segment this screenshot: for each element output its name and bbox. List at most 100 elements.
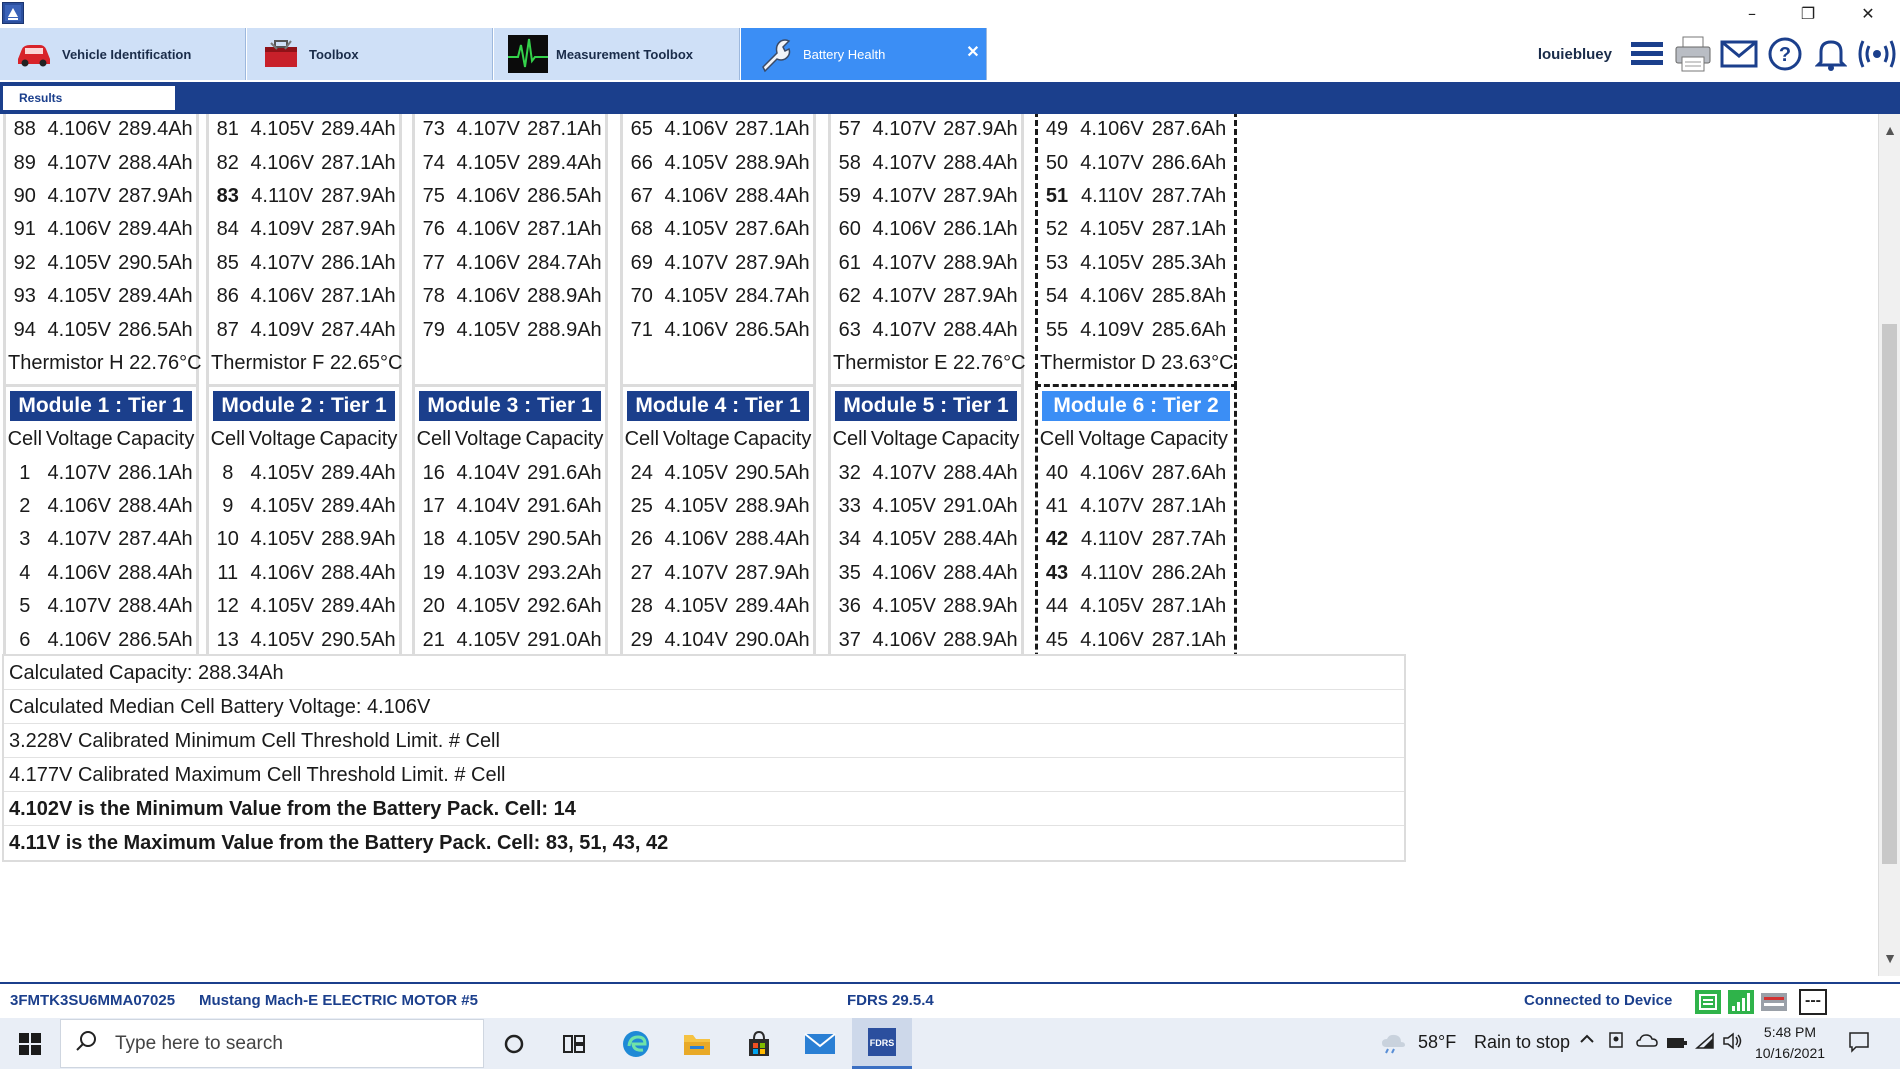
- table-header-row: Cell Voltage Capacity: [209, 423, 399, 456]
- fdrs-app-icon[interactable]: FDRS: [852, 1018, 912, 1069]
- table-row: 11 4.106V 288.4Ah: [209, 557, 399, 590]
- clock-time[interactable]: 5:48 PM: [1752, 1024, 1828, 1040]
- clock-date[interactable]: 10/16/2021: [1748, 1045, 1832, 1061]
- cell-capacity: 287.7Ah: [1151, 184, 1227, 207]
- meet-now-icon[interactable]: [1607, 1031, 1625, 1056]
- cell-voltage: 4.106V: [664, 118, 728, 141]
- cell-capacity: 288.4Ah: [943, 461, 1018, 484]
- table-row: 43 4.110V 286.2Ah: [1038, 557, 1234, 590]
- table-header-row: Cell Voltage Capacity: [831, 423, 1021, 456]
- more-options-button[interactable]: ---: [1799, 989, 1827, 1015]
- cell-voltage: 4.106V: [47, 561, 111, 584]
- file-explorer-icon[interactable]: [667, 1018, 727, 1069]
- help-icon[interactable]: ?: [1765, 34, 1805, 74]
- tab-label: Toolbox: [309, 46, 359, 62]
- cell-voltage: 4.107V: [47, 184, 111, 207]
- tab-vehicle-identification[interactable]: Vehicle Identification: [0, 28, 246, 80]
- table-row: 74 4.105V 289.4Ah: [415, 146, 605, 179]
- cell-voltage: 4.107V: [664, 251, 728, 274]
- table-row: 79 4.105V 288.9Ah: [415, 313, 605, 346]
- signal-strength-icon[interactable]: [1727, 989, 1755, 1015]
- module-title[interactable]: Module 1 : Tier 1: [10, 391, 192, 421]
- volume-icon[interactable]: [1722, 1032, 1744, 1055]
- cell-capacity: 287.9Ah: [321, 218, 396, 241]
- cell-voltage: 4.104V: [456, 494, 520, 517]
- broadcast-icon[interactable]: [1857, 34, 1897, 74]
- search-icon: [75, 1030, 97, 1057]
- printer-icon[interactable]: [1673, 34, 1713, 74]
- battery-icon[interactable]: [1666, 1034, 1688, 1055]
- close-window-button[interactable]: ✕: [1840, 0, 1896, 28]
- module-card-upper: 73 4.107V 287.1Ah 74 4.105V 289.4Ah 75 4.106V 28…: [412, 114, 608, 388]
- restore-button[interactable]: ❐: [1780, 0, 1836, 28]
- table-row: 21 4.105V 291.0Ah: [415, 623, 605, 656]
- weather-icon[interactable]: [1380, 1032, 1406, 1059]
- close-tab-icon[interactable]: ✕: [964, 44, 982, 62]
- module-title[interactable]: Module 4 : Tier 1: [627, 391, 809, 421]
- module-title[interactable]: Module 2 : Tier 1: [213, 391, 395, 421]
- module-title[interactable]: Module 6 : Tier 2: [1042, 391, 1230, 421]
- menu-icon[interactable]: [1627, 34, 1667, 74]
- cell-capacity: 286.1Ah: [943, 218, 1018, 241]
- minimize-button[interactable]: –: [1724, 0, 1780, 28]
- table-row: 6 4.106V 286.5Ah: [6, 623, 196, 656]
- tab-battery-health[interactable]: Battery Health ✕: [741, 28, 987, 80]
- store-icon[interactable]: [729, 1018, 789, 1069]
- cell-number: 33: [838, 494, 861, 517]
- cell-capacity: 286.5Ah: [118, 628, 193, 651]
- cell-number: 51: [1045, 184, 1069, 207]
- wrench-icon: [753, 34, 797, 74]
- onedrive-icon[interactable]: [1636, 1032, 1658, 1053]
- cell-number: 18: [422, 528, 445, 551]
- scrollbar-thumb[interactable]: [1882, 324, 1897, 864]
- table-row: 61 4.107V 288.9Ah: [831, 247, 1021, 280]
- vertical-scrollbar[interactable]: ▲ ▼: [1878, 114, 1900, 976]
- cell-voltage: 4.105V: [250, 595, 314, 618]
- weather-description[interactable]: Rain to stop: [1474, 1032, 1570, 1053]
- edge-browser-icon[interactable]: [606, 1018, 666, 1069]
- notification-center-icon[interactable]: [1848, 1031, 1870, 1058]
- weather-temperature[interactable]: 58°F: [1418, 1032, 1456, 1053]
- cell-number: 20: [422, 595, 445, 618]
- cell-number: 69: [630, 251, 653, 274]
- module-title[interactable]: Module 5 : Tier 1: [835, 391, 1017, 421]
- cell-voltage: 4.105V: [456, 151, 520, 174]
- vci-icon[interactable]: [1694, 989, 1722, 1015]
- table-row: 35 4.106V 288.4Ah: [831, 557, 1021, 590]
- battery-connector-icon[interactable]: [1760, 989, 1788, 1015]
- cell-number: 50: [1045, 151, 1069, 174]
- cortana-icon[interactable]: [484, 1018, 544, 1069]
- table-row: 5 4.107V 288.4Ah: [6, 590, 196, 623]
- cell-capacity: 287.6Ah: [1151, 118, 1227, 141]
- windows-start-icon[interactable]: [0, 1018, 60, 1069]
- cell-voltage: 4.106V: [1080, 628, 1144, 651]
- scroll-down-icon[interactable]: ▼: [1879, 950, 1900, 968]
- cell-capacity: 287.1Ah: [1151, 595, 1227, 618]
- wifi-icon[interactable]: [1695, 1032, 1715, 1055]
- tab-toolbox[interactable]: Toolbox: [247, 28, 493, 80]
- vehicle-label: Mustang Mach-E ELECTRIC MOTOR #5: [199, 992, 478, 1009]
- tab-results[interactable]: Results: [3, 86, 175, 110]
- cell-voltage: 4.106V: [250, 151, 314, 174]
- task-view-icon[interactable]: [544, 1018, 604, 1069]
- module-title[interactable]: Module 3 : Tier 1: [419, 391, 601, 421]
- cell-capacity: 288.4Ah: [943, 561, 1018, 584]
- taskbar-search-input[interactable]: Type here to search: [60, 1019, 484, 1068]
- scroll-up-icon[interactable]: ▲: [1879, 122, 1900, 140]
- mail-icon[interactable]: [1719, 34, 1759, 74]
- cell-number: 16: [422, 461, 445, 484]
- cell-voltage: 4.105V: [47, 285, 111, 308]
- mail-app-icon[interactable]: [790, 1018, 850, 1069]
- table-row: 33 4.105V 291.0Ah: [831, 490, 1021, 523]
- tab-measurement-toolbox[interactable]: Measurement Toolbox: [494, 28, 740, 80]
- chevron-up-icon[interactable]: [1578, 1030, 1596, 1053]
- bell-icon[interactable]: [1811, 34, 1851, 74]
- cell-voltage: 4.110V: [1081, 184, 1143, 207]
- cell-voltage: 4.106V: [456, 251, 520, 274]
- table-header-row: Cell Voltage Capacity: [415, 423, 605, 456]
- table-row: 28 4.105V 289.4Ah: [623, 590, 813, 623]
- cell-capacity: 289.4Ah: [735, 595, 810, 618]
- fdrs-app-label: FDRS: [870, 1038, 895, 1048]
- thermistor-reading: Thermistor H 22.76°C: [8, 351, 202, 374]
- cell-capacity: 287.9Ah: [943, 285, 1018, 308]
